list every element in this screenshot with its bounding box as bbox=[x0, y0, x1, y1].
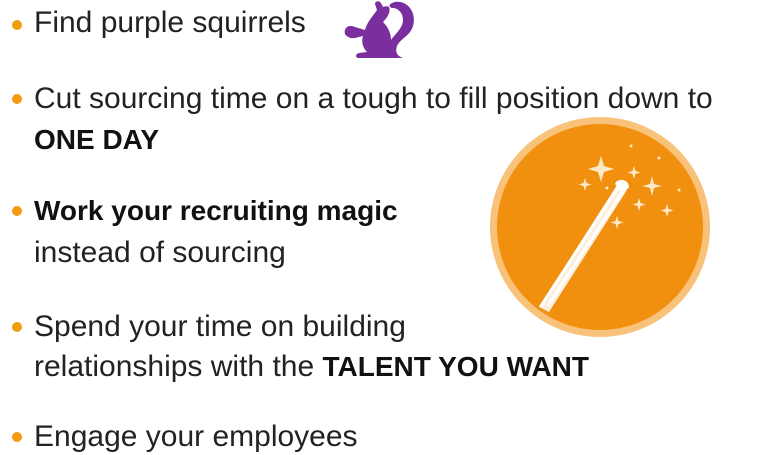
bullet-item-recruiting-magic: Work your recruiting magic instead of so… bbox=[0, 192, 470, 272]
bullet-text-line1: Spend your time on building bbox=[34, 310, 406, 343]
bullet-text-line2: instead of sourcing bbox=[34, 236, 286, 269]
bullet-dot bbox=[12, 206, 22, 216]
bullet-text-line2: relationships with the TALENT YOU WANT bbox=[34, 348, 589, 385]
bullet-dot bbox=[12, 94, 22, 104]
bullet-text: Find purple squirrels bbox=[34, 6, 306, 39]
bullet-dot bbox=[12, 322, 22, 332]
bullet-text: Engage your employees bbox=[34, 420, 358, 453]
purple-squirrel-icon bbox=[344, 1, 414, 59]
bullet-dot bbox=[12, 432, 22, 442]
bullet-item-engage-employees: Engage your employees bbox=[0, 418, 420, 455]
magic-wand-icon bbox=[490, 117, 710, 337]
bullet-text-line2-bold: TALENT YOU WANT bbox=[322, 351, 590, 382]
bullet-item-spend-time: Spend your time on building relationship… bbox=[0, 308, 700, 388]
bullet-text-line2-bold: ONE DAY bbox=[34, 124, 160, 155]
bullet-item-find-squirrels: Find purple squirrels bbox=[0, 4, 340, 44]
bullet-dot bbox=[12, 20, 22, 30]
bullet-text-line2-prefix: relationships with the bbox=[34, 350, 323, 383]
bullet-text-line1: Cut sourcing time on a tough to fill pos… bbox=[34, 82, 713, 115]
bullet-text-line1-bold: Work your recruiting magic bbox=[34, 195, 398, 226]
